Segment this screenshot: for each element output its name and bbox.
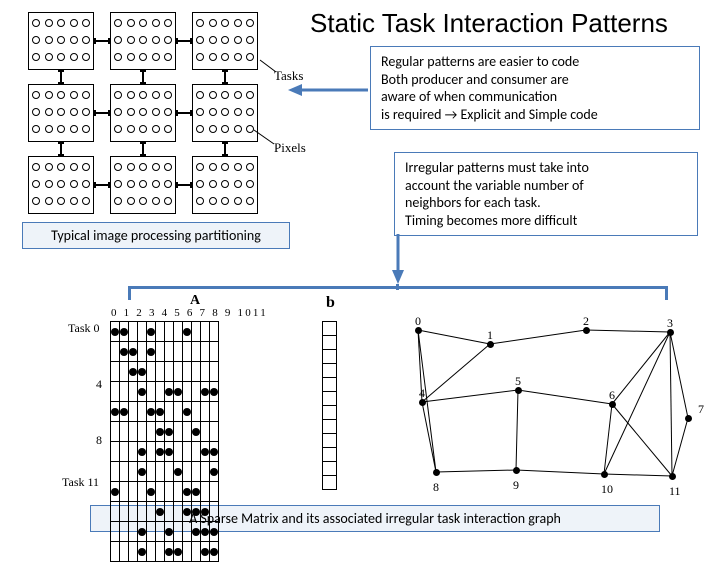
pixels-label: Pixels — [274, 140, 306, 156]
image-grid — [28, 12, 263, 217]
graph-node-label: 10 — [601, 482, 613, 497]
bracket-stem — [396, 284, 399, 290]
txt: is required → Explicit and Simple code — [381, 106, 689, 124]
graph-node-label: 2 — [583, 314, 589, 329]
txt: Regular patterns are easier to code — [381, 53, 689, 71]
typical-caption: Typical image processing partitioning — [22, 222, 290, 249]
interaction-graph: 01234567891011 — [400, 322, 700, 482]
graph-node — [685, 415, 692, 422]
txt: Both producer and consumer are — [381, 71, 689, 89]
graph-node-label: 6 — [609, 388, 615, 403]
txt: account the variable number of — [405, 177, 687, 195]
graph-node-label: 5 — [515, 374, 521, 389]
arrow-down-icon — [390, 234, 406, 286]
graph-node — [669, 473, 676, 480]
grid-cell — [110, 12, 176, 70]
graph-node-label: 4 — [419, 386, 425, 401]
regular-patterns-box: Regular patterns are easier to code Both… — [370, 46, 700, 130]
txt: neighbors for each task. — [405, 194, 687, 212]
graph-node-label: 9 — [513, 478, 519, 493]
row-label: Task 11 — [62, 475, 99, 490]
graph-node — [601, 471, 608, 478]
pixel-pointer-icon — [252, 128, 276, 152]
txt: aware of when communication — [381, 88, 689, 106]
graph-node-label: 3 — [667, 316, 673, 331]
irregular-patterns-box: Irregular patterns must take into accoun… — [394, 152, 698, 236]
graph-node-label: 7 — [698, 402, 704, 417]
b-vector — [322, 321, 337, 490]
matrix-cols: 0 1 2 3 4 5 6 7 8 9 1011 — [111, 307, 268, 319]
grid-cell — [192, 12, 258, 70]
grid-cell — [192, 84, 258, 142]
grid-cell — [110, 156, 176, 214]
task-pointer-icon — [258, 58, 278, 82]
graph-node-label: 1 — [487, 328, 493, 343]
graph-node-label: 11 — [669, 484, 681, 499]
grid-cell — [110, 84, 176, 142]
graph-node-label: 8 — [433, 480, 439, 495]
graph-node-label: 0 — [415, 314, 421, 329]
grid-cell — [192, 156, 258, 214]
txt: Timing becomes more difficult — [405, 212, 687, 230]
grid-cell — [28, 156, 94, 214]
graph-node — [433, 469, 440, 476]
row-label: 4 — [96, 377, 102, 392]
tasks-label: Tasks — [274, 68, 303, 84]
page-title: Static Task Interaction Patterns — [310, 8, 668, 39]
grid-cell — [28, 84, 94, 142]
row-label: Task 0 — [68, 321, 100, 336]
txt: Irregular patterns must take into — [405, 159, 687, 177]
b-label: b — [326, 294, 335, 312]
row-label: 8 — [96, 433, 102, 448]
graph-node — [513, 467, 520, 474]
grid-cell — [28, 12, 94, 70]
